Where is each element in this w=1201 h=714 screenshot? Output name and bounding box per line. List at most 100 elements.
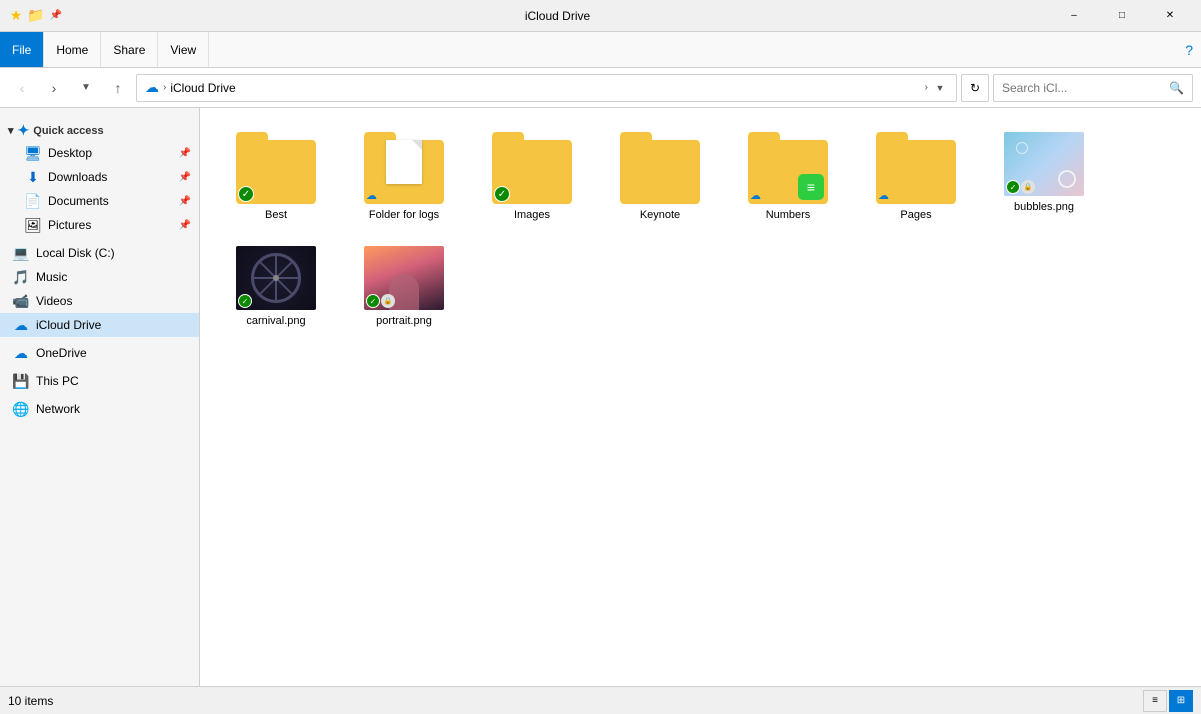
current-path: iCloud Drive [170, 81, 920, 95]
refresh-button[interactable]: ↻ [961, 74, 989, 102]
file-name-pages: Pages [900, 208, 931, 222]
tab-share[interactable]: Share [101, 32, 158, 67]
quick-access-label: Quick access [33, 125, 103, 137]
file-item-bubbles[interactable]: ✓ 🔒 bubbles.png [984, 124, 1104, 230]
recent-locations-button[interactable]: ▼ [72, 74, 100, 102]
path-separator-2: › [925, 82, 928, 93]
file-name-bubbles: bubbles.png [1014, 200, 1074, 214]
sidebar-item-videos[interactable]: 📹 Videos [0, 289, 199, 313]
sidebar-item-network[interactable]: 🌐 Network [0, 397, 199, 421]
address-path[interactable]: ☁ › iCloud Drive › ▼ [136, 74, 957, 102]
downloads-label: Downloads [48, 170, 173, 184]
folder-icon-images: ✓ [492, 132, 572, 204]
sidebar-item-music[interactable]: 🎵 Music [0, 265, 199, 289]
maximize-button[interactable]: □ [1099, 0, 1145, 32]
local-disk-label: Local Disk (C:) [36, 246, 191, 260]
tab-file[interactable]: File [0, 32, 44, 67]
file-name-best: Best [265, 208, 287, 222]
file-name-keynote: Keynote [640, 208, 680, 222]
content-area: ✓ Best ☁ Folder for logs ✓ [200, 108, 1201, 686]
sidebar-item-local-disk[interactable]: 💻 Local Disk (C:) [0, 241, 199, 265]
window-controls: – □ ✕ [1051, 0, 1193, 32]
tiles-view-button[interactable]: ⊞ [1169, 690, 1193, 712]
minimize-button[interactable]: – [1051, 0, 1097, 32]
sidebar-item-this-pc[interactable]: 💾 This PC [0, 369, 199, 393]
local-disk-icon: 💻 [12, 245, 30, 262]
file-item-folder-logs[interactable]: ☁ Folder for logs [344, 124, 464, 230]
search-box: 🔍 [993, 74, 1193, 102]
ribbon: File Home Share View ? [0, 32, 1201, 68]
folder-icon-pages: ☁ [876, 132, 956, 204]
sidebar-item-pictures[interactable]: 🖼 Pictures 📌 [0, 213, 199, 237]
icloud-drive-icon: ☁ [12, 317, 30, 334]
status-bar: 10 items ≡ ⊞ [0, 686, 1201, 714]
sidebar-item-desktop[interactable]: 🖥 Desktop 📌 [0, 141, 199, 165]
pin-icon-desktop: 📌 [179, 148, 191, 159]
file-item-portrait[interactable]: ✓ 🔒 portrait.png [344, 238, 464, 336]
file-name-logs: Folder for logs [369, 208, 439, 222]
main-layout: ▾ ✦ Quick access 🖥 Desktop 📌 ⬇ Downloads… [0, 108, 1201, 686]
pin-icon-downloads: 📌 [179, 172, 191, 183]
sidebar-item-downloads[interactable]: ⬇ Downloads 📌 [0, 165, 199, 189]
documents-icon: 📄 [24, 193, 42, 210]
videos-icon: 📹 [12, 293, 30, 310]
onedrive-icon: ☁ [12, 345, 30, 362]
up-button[interactable]: ↑ [104, 74, 132, 102]
file-item-best[interactable]: ✓ Best [216, 124, 336, 230]
quick-access-header[interactable]: ▾ ✦ Quick access [0, 116, 199, 141]
folder-icon-keynote [620, 132, 700, 204]
file-name-carnival: carnival.png [246, 314, 305, 328]
doc-overlay [386, 140, 422, 184]
folder-icon-logs: ☁ [364, 132, 444, 204]
close-button[interactable]: ✕ [1147, 0, 1193, 32]
onedrive-label: OneDrive [36, 346, 191, 360]
documents-label: Documents [48, 194, 173, 208]
check-badge-images: ✓ [494, 186, 510, 202]
file-name-portrait: portrait.png [376, 314, 432, 328]
folder-icon: 📁 [28, 8, 44, 24]
network-label: Network [36, 402, 191, 416]
file-item-keynote[interactable]: Keynote [600, 124, 720, 230]
file-item-numbers[interactable]: ≡ ☁ Numbers [728, 124, 848, 230]
folder-icon-best: ✓ [236, 132, 316, 204]
desktop-label: Desktop [48, 146, 173, 160]
file-item-pages[interactable]: ☁ Pages [856, 124, 976, 230]
network-icon: 🌐 [12, 401, 30, 418]
icloud-icon: ☁ [145, 79, 159, 96]
window-title: iCloud Drive [64, 9, 1051, 23]
icloud-label: iCloud Drive [36, 318, 191, 332]
tab-home[interactable]: Home [44, 32, 101, 67]
this-pc-label: This PC [36, 374, 191, 388]
dropdown-arrow[interactable]: ▼ [932, 80, 948, 96]
forward-button[interactable]: › [40, 74, 68, 102]
desktop-icon: 🖥 [24, 145, 42, 162]
this-pc-icon: 💾 [12, 373, 30, 390]
file-item-images[interactable]: ✓ Images [472, 124, 592, 230]
sidebar-item-documents[interactable]: 📄 Documents 📌 [0, 189, 199, 213]
title-bar-icons: ★ 📁 📌 [8, 8, 64, 24]
file-name-images: Images [514, 208, 550, 222]
search-input[interactable] [1002, 81, 1165, 95]
file-name-numbers: Numbers [766, 208, 811, 222]
tab-view[interactable]: View [158, 32, 209, 67]
quick-access-star: ✦ [18, 122, 30, 139]
address-bar: ‹ › ▼ ↑ ☁ › iCloud Drive › ▼ ↻ 🔍 [0, 68, 1201, 108]
music-label: Music [36, 270, 191, 284]
details-view-button[interactable]: ≡ [1143, 690, 1167, 712]
items-count: 10 items [8, 694, 53, 708]
quick-access-star-icon: ★ [8, 8, 24, 24]
pictures-icon: 🖼 [24, 217, 42, 234]
pin-icon: 📌 [48, 8, 64, 24]
help-icon[interactable]: ? [1177, 32, 1201, 67]
path-separator-1: › [163, 82, 166, 93]
music-icon: 🎵 [12, 269, 30, 286]
back-button[interactable]: ‹ [8, 74, 36, 102]
check-badge-best: ✓ [238, 186, 254, 202]
file-item-carnival[interactable]: ✓ carnival.png [216, 238, 336, 336]
sidebar: ▾ ✦ Quick access 🖥 Desktop 📌 ⬇ Downloads… [0, 108, 200, 686]
file-grid: ✓ Best ☁ Folder for logs ✓ [216, 124, 1185, 337]
search-icon: 🔍 [1169, 81, 1184, 95]
view-toggle: ≡ ⊞ [1143, 690, 1193, 712]
sidebar-item-icloud[interactable]: ☁ iCloud Drive [0, 313, 199, 337]
sidebar-item-onedrive[interactable]: ☁ OneDrive [0, 341, 199, 365]
